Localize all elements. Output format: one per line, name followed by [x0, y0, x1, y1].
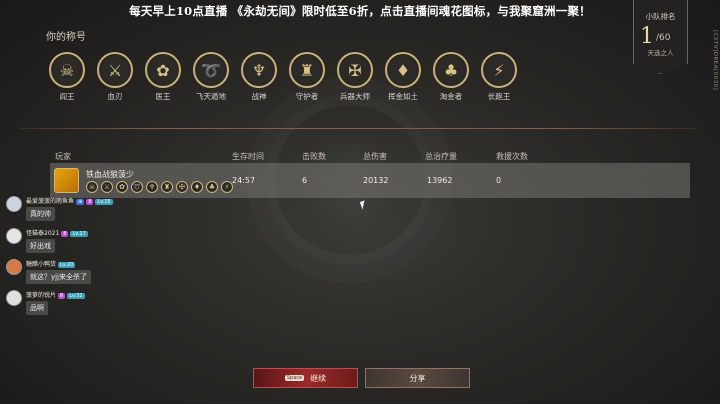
kill-count: 6 — [302, 176, 308, 185]
space-key-hint: Space — [284, 375, 305, 381]
table-row[interactable]: 铁血战狼菠少 ☠ ⚔ ✿ ➰ ♆ ♜ ✠ ♦ ♣ ⚡ 24:57 6 20132 13962 0 — [50, 163, 690, 198]
title-badge[interactable]: ✠ 兵器大师 — [334, 52, 376, 102]
chat-user-name: 怪猫泰2021 — [26, 230, 60, 237]
header-survival: 生存时间 — [232, 152, 264, 161]
rank-subtitle: 天选之人 — [647, 49, 674, 57]
badge-label: 医王 — [155, 92, 171, 101]
divider — [20, 128, 696, 129]
titles-heading: 你的称号 — [46, 32, 86, 43]
survival-time: 24:57 — [232, 176, 256, 185]
badge-label: 长跑王 — [487, 92, 511, 101]
title-badge[interactable]: ♣ 淘金者 — [430, 52, 472, 102]
player-name: 铁血战狼菠少 — [86, 170, 134, 179]
title-badge[interactable]: ♦ 挥金如土 — [382, 52, 424, 102]
demon-mask-icon: ☠ — [49, 52, 85, 88]
guardian-icon: ♜ — [161, 181, 173, 193]
header-damage: 总伤害 — [363, 152, 387, 161]
blade-icon: ⚔ — [97, 52, 133, 88]
demon-mask-icon: ☠ — [86, 181, 98, 193]
chat-user-name: 糖醋小鸭货 — [26, 261, 57, 268]
chat-avatar — [6, 259, 22, 275]
rank-place: 1 — [640, 24, 654, 49]
chat-text: 品啊 — [26, 301, 48, 315]
title-badge[interactable]: ⚔ 血刃 — [94, 52, 136, 102]
title-badge[interactable]: ✿ 医王 — [142, 52, 184, 102]
header-player: 玩家 — [55, 152, 71, 161]
user-level-badge: Lv.15 — [95, 198, 113, 205]
user-level-badge: 8 — [61, 230, 69, 237]
title-badge[interactable]: ➰ 飞天遁地 — [190, 52, 232, 102]
chat-username: 最爱菠菠的雨鱼鱼 ⊕ 8 Lv.15 — [26, 196, 113, 205]
rank-title: 小队排名 — [645, 12, 676, 21]
badge-label: 挥金如土 — [388, 92, 418, 101]
rank-total: /60 — [656, 33, 671, 43]
player-badges: ☠ ⚔ ✿ ➰ ♆ ♜ ✠ ♦ ♣ ⚡ — [86, 181, 233, 193]
boot-icon: ⚡ — [481, 52, 517, 88]
share-button[interactable]: 分享 — [365, 368, 470, 388]
gold-icon: ♦ — [191, 181, 203, 193]
chat-user-name: 菠萝的锐片 — [26, 292, 57, 299]
lotus-icon: ✿ — [145, 52, 181, 88]
title-badges: ☠ 阎王 ⚔ 血刃 ✿ 医王 ➰ 飞天遁地 ♆ 战神 ♜ 守护者 ✠ 兵器大师 ♦ 挥金如土 ♣ 淘金者 ⚡ 长跑王 — [46, 52, 520, 102]
gold-icon: ♦ — [385, 52, 421, 88]
continue-button[interactable]: Space 继续 — [253, 368, 358, 388]
user-level-badge: 8 — [86, 198, 94, 205]
chat-user-name: 最爱菠菠的雨鱼鱼 — [26, 198, 75, 205]
user-level-badge: 8 — [58, 292, 66, 299]
stream-banner: 每天早上10点直播 《永劫无间》限时低至6折，点击直播间魂花图标，与我聚窟洲一聚… — [129, 4, 591, 18]
guardian-icon: ♜ — [289, 52, 325, 88]
user-level-badge: Lv.32 — [67, 292, 85, 299]
badge-label: 战神 — [251, 92, 267, 101]
chat-username: 怪猫泰2021 8 Lv.17 — [26, 228, 88, 237]
user-level-badge: Lv.20 — [58, 261, 76, 268]
badge-label: 守护者 — [295, 92, 319, 101]
badge-label: 兵器大师 — [340, 92, 370, 101]
hook-icon: ➰ — [193, 52, 229, 88]
title-badge[interactable]: ☠ 阎王 — [46, 52, 88, 102]
total-healing: 13962 — [427, 176, 453, 185]
chat-text: 就这？yjj来全杀了 — [26, 270, 92, 284]
continue-label: 继续 — [310, 373, 327, 383]
money-bag-icon: ♣ — [206, 181, 218, 193]
chat-avatar — [6, 228, 22, 244]
total-damage: 20132 — [363, 176, 389, 185]
user-level-badge: ⊕ — [76, 198, 85, 205]
war-god-icon: ♆ — [146, 181, 158, 193]
chat-username: 菠萝的锐片 8 Lv.32 — [26, 290, 85, 299]
header-kills: 击败数 — [302, 152, 326, 161]
badge-label: 阎王 — [59, 92, 75, 101]
rescue-count: 0 — [496, 176, 502, 185]
player-avatar — [54, 168, 79, 193]
header-healing: 总治疗量 — [425, 152, 457, 161]
blade-icon: ⚔ — [101, 181, 113, 193]
stream-watermark: [CSTV]DREA[0030] — [712, 30, 718, 91]
title-badge[interactable]: ♆ 战神 — [238, 52, 280, 102]
chat-avatar — [6, 196, 22, 212]
war-god-icon: ♆ — [241, 52, 277, 88]
chat-text: 好出戏 — [26, 239, 55, 253]
chat-username: 糖醋小鸭货 Lv.20 — [26, 259, 76, 268]
title-badge[interactable]: ♜ 守护者 — [286, 52, 328, 102]
lotus-icon: ✿ — [116, 181, 128, 193]
chat-text: 真的帅 — [26, 207, 55, 221]
crossed-weapons-icon: ✠ — [337, 52, 373, 88]
badge-label: 血刃 — [107, 92, 123, 101]
user-level-badge: Lv.17 — [70, 230, 88, 237]
team-rank-panel: 小队排名 1 /60 天选之人 — [633, 0, 688, 74]
badge-label: 飞天遁地 — [196, 92, 226, 101]
money-bag-icon: ♣ — [433, 52, 469, 88]
share-label: 分享 — [409, 373, 426, 383]
badge-label: 淘金者 — [439, 92, 463, 101]
header-rescues: 救援次数 — [496, 152, 528, 161]
hook-icon: ➰ — [131, 181, 143, 193]
title-badge[interactable]: ⚡ 长跑王 — [478, 52, 520, 102]
chat-avatar — [6, 290, 22, 306]
crossed-weapons-icon: ✠ — [176, 181, 188, 193]
